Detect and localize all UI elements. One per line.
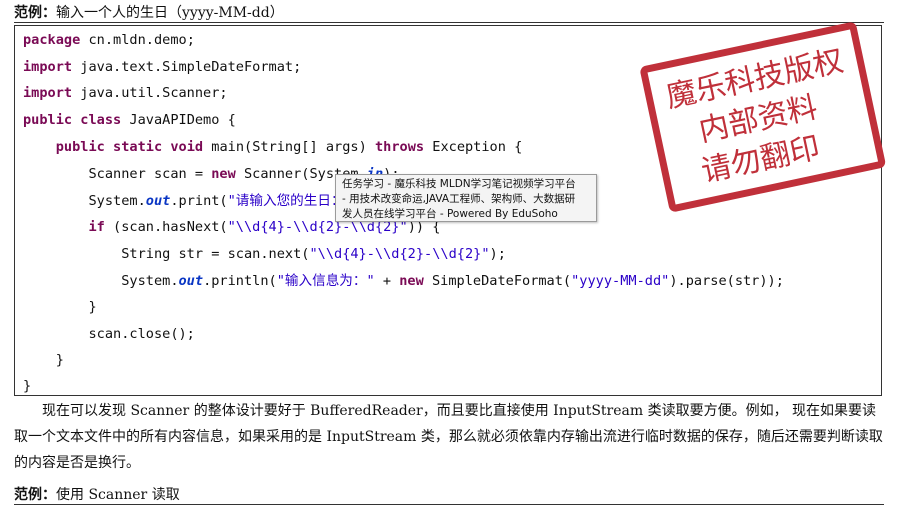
code-line: scan.close(); <box>23 324 195 344</box>
code-token: import <box>23 85 73 101</box>
code-token: public <box>23 112 73 128</box>
code-token: class <box>80 112 122 128</box>
code-line: public class JavaAPIDemo { <box>23 110 236 130</box>
code-line: System.out.print("请输入您的生日："); <box>23 191 369 211</box>
code-token: main(String[] args) <box>203 139 375 155</box>
code-token: "\\d{4}-\\d{2}-\\d{2}" <box>309 246 490 262</box>
code-token: + <box>374 273 400 289</box>
code-token: "输入信息为：" <box>276 273 375 289</box>
code-token: out <box>178 273 204 289</box>
example-heading-birthday: 范例：输入一个人的生日（yyyy-MM-dd） <box>14 2 284 22</box>
example-label: 范例： <box>14 5 56 21</box>
heading-rule <box>14 504 884 505</box>
code-line: String str = scan.next("\\d{4}-\\d{2}-\\… <box>23 244 506 264</box>
code-token: System. <box>23 273 179 289</box>
code-token: (scan.hasNext( <box>104 219 228 235</box>
code-token: .println( <box>203 273 277 289</box>
tooltip-line-2: - 用技术改变命运,JAVA工程师、架构师、大数据研 <box>342 193 576 205</box>
code-token: .print( <box>170 193 228 209</box>
code-token: import <box>23 59 73 75</box>
tooltip-line-1: 任务学习 - 魔乐科技 MLDN学习笔记视频学习平台 <box>342 178 576 190</box>
code-token: ); <box>489 246 506 262</box>
code-token: String str = scan.next( <box>23 246 310 262</box>
code-token: static <box>113 139 163 155</box>
code-token: JavaAPIDemo { <box>121 112 236 128</box>
code-token: out <box>145 193 171 209</box>
example-title: 使用 Scanner 读取 <box>56 487 180 503</box>
code-line: System.out.println("输入信息为：" + new Simple… <box>23 271 784 291</box>
hover-tooltip: 任务学习 - 魔乐科技 MLDN学习笔记视频学习平台 - 用技术改变命运,JAV… <box>335 174 597 222</box>
body-paragraph: 现在可以发现 Scanner 的整体设计要好于 BufferedReader，而… <box>14 398 884 476</box>
copyright-stamp-watermark: 魔乐科技版权 内部资料 请勿翻印 <box>640 22 886 212</box>
code-token: } <box>23 299 97 315</box>
code-token: new <box>211 166 236 182</box>
code-token: void <box>170 139 204 155</box>
code-token: ).parse(str)); <box>669 273 784 289</box>
paragraph-text: 现在可以发现 Scanner 的整体设计要好于 BufferedReader，而… <box>14 403 883 471</box>
code-token: Exception { <box>424 139 523 155</box>
code-token: throws <box>374 139 425 155</box>
code-line: } <box>23 376 31 396</box>
code-token: new <box>399 273 424 289</box>
code-token: System. <box>23 193 146 209</box>
code-line: import java.text.SimpleDateFormat; <box>23 57 301 77</box>
code-token: public <box>55 139 105 155</box>
code-token: java.text.SimpleDateFormat; <box>72 59 302 75</box>
code-token: "yyyy-MM-dd" <box>571 273 670 289</box>
code-token: } <box>23 352 64 368</box>
code-line: } <box>23 350 64 370</box>
code-line: import java.util.Scanner; <box>23 83 228 103</box>
code-token: if <box>88 219 105 235</box>
example-label: 范例： <box>14 487 56 503</box>
code-token: SimpleDateFormat( <box>423 273 572 289</box>
code-line: package cn.mldn.demo; <box>23 30 195 50</box>
code-token: cn.mldn.demo; <box>80 32 195 48</box>
example-title: 输入一个人的生日（yyyy-MM-dd） <box>56 5 284 21</box>
code-token: java.util.Scanner; <box>72 85 228 101</box>
example-heading-scanner: 范例：使用 Scanner 读取 <box>14 484 180 504</box>
tooltip-line-3: 发人员在线学习平台 - Powered By EduSoho <box>342 208 558 220</box>
code-token: } <box>23 378 32 394</box>
code-token: Scanner scan = <box>23 166 212 182</box>
code-token: package <box>23 32 81 48</box>
code-token: scan.close(); <box>23 326 195 342</box>
code-line: public static void main(String[] args) t… <box>23 137 523 157</box>
code-token: "请输入您的生日：" <box>227 193 353 209</box>
code-line: } <box>23 297 97 317</box>
